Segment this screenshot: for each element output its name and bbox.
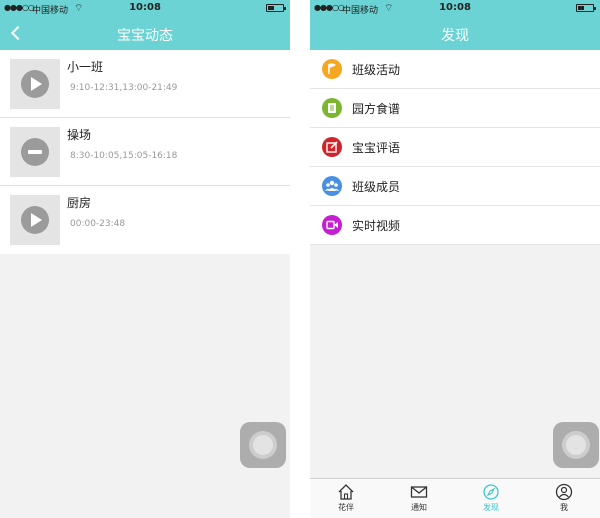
home-icon bbox=[338, 484, 354, 500]
discover-menu: 班级活动 园方食谱 宝宝评语 班级成员 实时视频 bbox=[310, 50, 600, 245]
camera-name: 操场 bbox=[67, 128, 92, 142]
battery-icon bbox=[266, 4, 286, 12]
baby-activity-screen: ●●●○○ 中国移动 ⌔ 10:08 宝宝动态 小一班 9:10-12:31,1… bbox=[0, 0, 290, 518]
video-icon bbox=[322, 215, 342, 235]
tab-home[interactable]: 花伴 bbox=[310, 479, 382, 518]
play-icon bbox=[31, 213, 42, 227]
menu-item-class-activities[interactable]: 班级活动 bbox=[310, 50, 600, 89]
page-title: 宝宝动态 bbox=[117, 28, 173, 44]
status-bar: ●●●○○ 中国移动 ⌔ 10:08 bbox=[310, 0, 600, 16]
camera-thumbnail[interactable] bbox=[10, 127, 60, 177]
nav-bar: 发现 bbox=[310, 16, 600, 50]
assistive-touch-button[interactable] bbox=[240, 422, 286, 468]
status-bar: ●●●○○ 中国移动 ⌔ 10:08 bbox=[0, 0, 290, 16]
camera-name: 厨房 bbox=[67, 196, 92, 210]
tab-me[interactable]: 我 bbox=[528, 479, 600, 518]
camera-row-playground[interactable]: 操场 8:30-10:05,15:05-16:18 bbox=[0, 118, 290, 186]
menu-item-label: 宝宝评语 bbox=[352, 141, 401, 155]
camera-hours: 00:00-23:48 bbox=[70, 219, 126, 229]
members-icon bbox=[322, 176, 342, 196]
tab-discover[interactable]: 发现 bbox=[455, 479, 527, 518]
tab-label: 我 bbox=[560, 503, 568, 512]
tab-label: 花伴 bbox=[338, 503, 354, 512]
page-title: 发现 bbox=[441, 28, 469, 44]
menu-item-class-members[interactable]: 班级成员 bbox=[310, 167, 600, 206]
user-icon bbox=[555, 483, 573, 501]
menu-item-recipes[interactable]: 园方食谱 bbox=[310, 89, 600, 128]
play-icon bbox=[31, 77, 42, 91]
camera-hours: 9:10-12:31,13:00-21:49 bbox=[70, 83, 178, 93]
compass-icon bbox=[483, 484, 499, 500]
camera-list: 小一班 9:10-12:31,13:00-21:49 操场 8:30-10:05… bbox=[0, 50, 290, 254]
camera-name: 小一班 bbox=[67, 60, 104, 74]
menu-item-label: 园方食谱 bbox=[352, 102, 401, 116]
minus-icon bbox=[28, 150, 42, 154]
menu-item-label: 班级活动 bbox=[352, 63, 401, 77]
camera-thumbnail[interactable] bbox=[10, 195, 60, 245]
tab-label: 通知 bbox=[411, 503, 427, 512]
tab-notices[interactable]: 通知 bbox=[383, 479, 455, 518]
nav-bar: 宝宝动态 bbox=[0, 16, 290, 50]
flag-icon bbox=[322, 59, 342, 79]
menu-item-label: 实时视频 bbox=[352, 219, 401, 233]
battery-icon bbox=[576, 4, 596, 12]
status-time: 10:08 bbox=[129, 2, 161, 13]
tab-bar: 花伴 通知 发现 我 bbox=[310, 478, 600, 518]
camera-row-kitchen[interactable]: 厨房 00:00-23:48 bbox=[0, 186, 290, 254]
recipe-icon bbox=[322, 98, 342, 118]
mail-icon bbox=[410, 486, 428, 498]
camera-thumbnail[interactable] bbox=[10, 59, 60, 109]
camera-row-classroom[interactable]: 小一班 9:10-12:31,13:00-21:49 bbox=[0, 50, 290, 118]
menu-item-live-video[interactable]: 实时视频 bbox=[310, 206, 600, 245]
discover-screen: ●●●○○ 中国移动 ⌔ 10:08 发现 班级活动 园方食谱 宝宝评语 班级成… bbox=[310, 0, 600, 518]
menu-item-label: 班级成员 bbox=[352, 180, 401, 194]
comment-edit-icon bbox=[322, 137, 342, 157]
menu-item-baby-comments[interactable]: 宝宝评语 bbox=[310, 128, 600, 167]
tab-label: 发现 bbox=[483, 503, 499, 512]
camera-hours: 8:30-10:05,15:05-16:18 bbox=[70, 151, 178, 161]
assistive-touch-button[interactable] bbox=[553, 422, 599, 468]
status-time: 10:08 bbox=[439, 2, 471, 13]
